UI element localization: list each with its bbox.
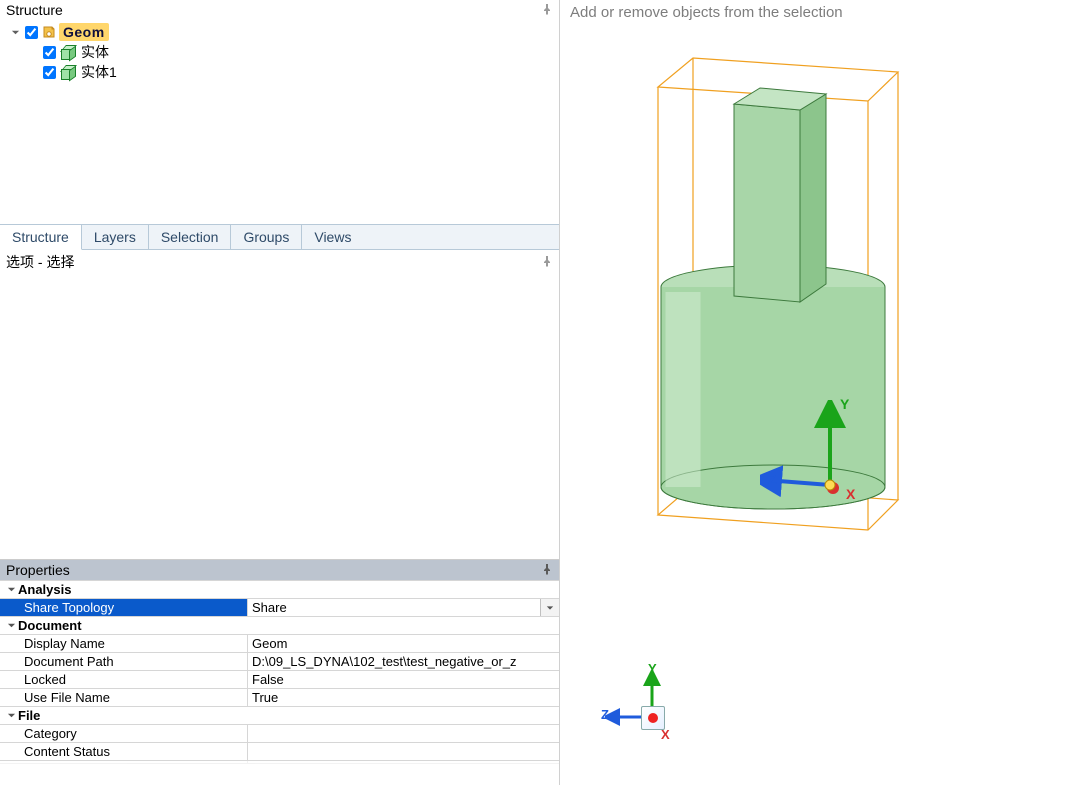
prop-value[interactable]: True <box>248 689 559 706</box>
prop-value[interactable]: Geom <box>248 635 559 652</box>
prop-value[interactable]: D:\09_LS_DYNA\102_test\test_negative_or_… <box>248 653 559 670</box>
pin-icon[interactable] <box>541 3 553 18</box>
viewport-3d[interactable]: Add or remove objects from the selection <box>560 0 1080 785</box>
collapse-icon[interactable] <box>4 585 18 594</box>
options-body <box>0 274 559 559</box>
prop-row[interactable]: Document Path D:\09_LS_DYNA\102_test\tes… <box>0 653 559 671</box>
prop-key: Locked <box>0 671 248 688</box>
tree-child-row[interactable]: 实体1 <box>4 62 555 82</box>
expand-toggle[interactable] <box>8 28 22 37</box>
tab-structure[interactable]: Structure <box>0 225 82 250</box>
prop-row[interactable] <box>0 761 559 764</box>
prop-row[interactable]: Use File Name True <box>0 689 559 707</box>
mini-axis-z-label: Z <box>601 707 609 722</box>
tree-child-row[interactable]: 实体 <box>4 42 555 62</box>
axis-z-label: Z <box>768 471 777 487</box>
structure-panel-title: Structure <box>6 2 63 18</box>
solid-icon <box>59 64 75 80</box>
prop-value[interactable] <box>248 743 559 760</box>
properties-grid[interactable]: Analysis Share Topology Share Document D… <box>0 580 559 785</box>
tree-node-label[interactable]: Geom <box>59 23 109 41</box>
dropdown-arrow-icon[interactable] <box>540 599 559 616</box>
mini-axis-y-label: Y <box>648 661 657 676</box>
collapse-icon[interactable] <box>4 711 18 720</box>
prop-value[interactable] <box>248 725 559 742</box>
prop-row[interactable]: Display Name Geom <box>0 635 559 653</box>
checkbox[interactable] <box>43 66 56 79</box>
view-cube-center-icon <box>648 713 658 723</box>
options-panel-title: 选项 - 选择 <box>6 252 74 272</box>
options-panel-header: 选项 - 选择 <box>0 250 559 274</box>
prop-key: Content Status <box>0 743 248 760</box>
prop-key: Display Name <box>0 635 248 652</box>
part-icon <box>41 24 57 40</box>
prop-key: Share Topology <box>0 599 248 616</box>
tab-groups[interactable]: Groups <box>231 225 302 249</box>
checkbox[interactable] <box>43 46 56 59</box>
solid-icon <box>59 44 75 60</box>
tree-node-label[interactable]: 实体1 <box>77 61 121 83</box>
pin-icon[interactable] <box>541 563 553 578</box>
tab-selection[interactable]: Selection <box>149 225 232 249</box>
prop-value[interactable]: Share <box>248 599 559 616</box>
tree-root-row[interactable]: Geom <box>4 22 555 42</box>
prop-group-document[interactable]: Document <box>0 617 559 635</box>
prop-value[interactable]: False <box>248 671 559 688</box>
box-solid[interactable] <box>726 80 831 310</box>
axis-y-label: Y <box>840 396 849 412</box>
properties-header: Properties <box>0 560 559 580</box>
properties-title: Properties <box>6 562 70 578</box>
prop-group-analysis[interactable]: Analysis <box>0 581 559 599</box>
prop-group-file[interactable]: File <box>0 707 559 725</box>
mini-triad[interactable]: Y Z X <box>605 667 695 757</box>
prop-key: Document Path <box>0 653 248 670</box>
axis-x-label: X <box>846 486 855 502</box>
tree-node-label[interactable]: 实体 <box>77 41 113 63</box>
prop-row[interactable]: Category <box>0 725 559 743</box>
prop-value[interactable] <box>248 761 559 763</box>
left-tabs: Structure Layers Selection Groups Views <box>0 224 559 250</box>
tab-views[interactable]: Views <box>302 225 363 249</box>
prop-row[interactable]: Content Status <box>0 743 559 761</box>
pin-icon[interactable] <box>541 255 553 270</box>
prop-row[interactable]: Share Topology Share <box>0 599 559 617</box>
prop-key: Category <box>0 725 248 742</box>
prop-row[interactable]: Locked False <box>0 671 559 689</box>
checkbox[interactable] <box>25 26 38 39</box>
structure-panel-header: Structure <box>0 0 559 20</box>
prop-key: Use File Name <box>0 689 248 706</box>
mini-axis-x-label: X <box>661 727 670 742</box>
structure-tree[interactable]: Geom 实体 实体1 <box>0 20 559 224</box>
collapse-icon[interactable] <box>4 621 18 630</box>
tab-layers[interactable]: Layers <box>82 225 149 249</box>
prop-key <box>0 761 248 763</box>
